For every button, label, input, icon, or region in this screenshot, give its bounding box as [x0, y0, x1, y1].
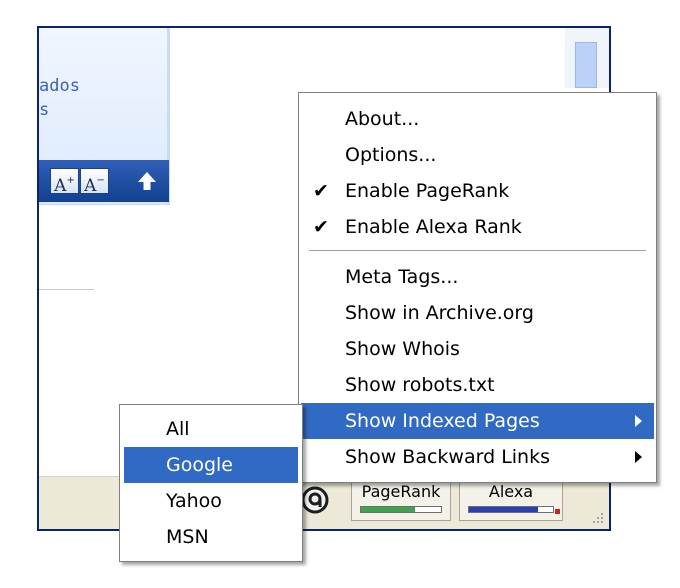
alexa-label: Alexa: [488, 482, 534, 501]
menu-item-show-indexed-pages[interactable]: Show Indexed Pages: [301, 403, 654, 439]
submenu-item-yahoo[interactable]: Yahoo: [124, 483, 298, 519]
menu-item-enable-pagerank[interactable]: ✔ Enable PageRank: [301, 173, 654, 209]
submenu-arrow-icon: [635, 451, 642, 463]
pagerank-widget[interactable]: PageRank: [351, 481, 451, 521]
scroll-thumb[interactable]: [575, 42, 597, 88]
submenu-item-label: Google: [166, 454, 234, 476]
menu-item-show-backward-links[interactable]: Show Backward Links: [301, 439, 654, 475]
menu-item-about[interactable]: About...: [301, 101, 654, 137]
font-size-toolbar: A+ A−: [39, 160, 169, 202]
side-link[interactable]: s: [39, 100, 49, 120]
decrease-font-button[interactable]: A−: [80, 168, 109, 196]
menu-item-show-whois[interactable]: Show Whois: [301, 331, 654, 367]
submenu-item-label: All: [166, 418, 190, 440]
submenu-item-label: Yahoo: [166, 490, 222, 512]
side-panel: ados s A+ A−: [39, 28, 170, 205]
checkmark-icon: ✔: [313, 180, 329, 202]
menu-item-show-robots[interactable]: Show robots.txt: [301, 367, 654, 403]
arrow-up-icon[interactable]: [135, 169, 159, 193]
menu-item-label: Show robots.txt: [345, 374, 495, 396]
menu-item-label: Enable Alexa Rank: [345, 216, 522, 238]
pagerank-label: PageRank: [361, 482, 441, 501]
alexa-bar-fill: [469, 507, 538, 512]
checkmark-icon: ✔: [313, 216, 329, 238]
submenu-arrow-icon: [635, 415, 642, 427]
indexed-pages-submenu: All Google Yahoo MSN: [119, 404, 303, 562]
context-menu: About... Options... ✔ Enable PageRank ✔ …: [298, 92, 657, 483]
menu-item-label: Show Backward Links: [345, 446, 551, 468]
menu-item-label: Show in Archive.org: [345, 302, 534, 324]
increase-font-label: A: [54, 176, 67, 196]
menu-item-options[interactable]: Options...: [301, 137, 654, 173]
menu-item-label: Options...: [345, 144, 437, 166]
alexa-bar: [468, 506, 554, 513]
pagerank-bar-fill: [361, 507, 415, 512]
menu-item-label: Show Whois: [345, 338, 460, 360]
menu-item-meta-tags[interactable]: Meta Tags...: [301, 259, 654, 295]
menu-item-label: About...: [345, 108, 420, 130]
menu-item-show-in-archive[interactable]: Show in Archive.org: [301, 295, 654, 331]
alexa-widget[interactable]: Alexa: [459, 481, 563, 521]
submenu-item-google[interactable]: Google: [124, 447, 298, 483]
submenu-item-all[interactable]: All: [124, 411, 298, 447]
alexa-marker: [555, 509, 560, 514]
submenu-item-msn[interactable]: MSN: [124, 519, 298, 555]
submenu-item-label: MSN: [166, 526, 209, 548]
globe-icon[interactable]: [301, 486, 329, 514]
menu-item-label: Show Indexed Pages: [345, 410, 540, 432]
scrollbar[interactable]: [565, 28, 609, 88]
menu-item-label: Meta Tags...: [345, 266, 459, 288]
side-link[interactable]: ados: [39, 76, 80, 96]
divider: [39, 289, 94, 290]
menu-item-label: Enable PageRank: [345, 180, 510, 202]
menu-separator: [309, 250, 646, 252]
menu-item-enable-alexa-rank[interactable]: ✔ Enable Alexa Rank: [301, 209, 654, 245]
pagerank-bar: [360, 506, 442, 513]
increase-font-button[interactable]: A+: [50, 168, 79, 196]
screen: ados s A+ A− PageRank Alexa About... Opt…: [0, 0, 680, 588]
decrease-font-label: A: [84, 176, 97, 196]
resize-grip-icon[interactable]: [589, 509, 605, 525]
